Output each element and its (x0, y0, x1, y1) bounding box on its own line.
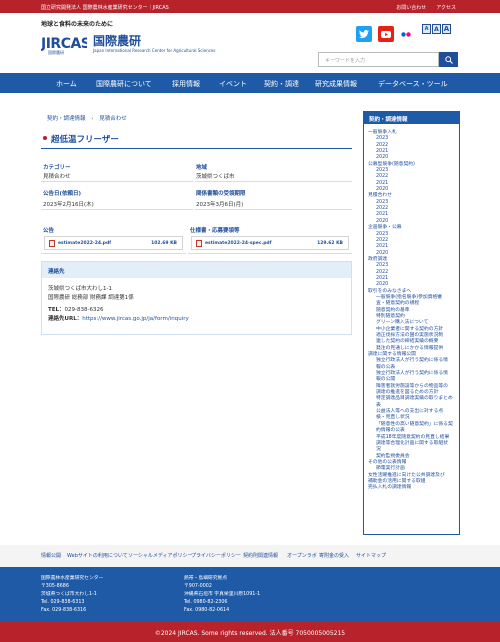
footer-link-site-usage[interactable]: Webサイトの利用について (67, 552, 128, 559)
nav-about[interactable]: 国際農研について (96, 79, 152, 89)
font-size-small-button[interactable]: A (422, 24, 431, 34)
sidebar-item[interactable]: 独立行政法人が行う契約に係る情 (368, 358, 458, 364)
nav-recruit[interactable]: 採用情報 (172, 79, 200, 89)
search-button[interactable] (439, 52, 458, 67)
spec-file-size: 129.62 KB (317, 241, 343, 246)
nav-events[interactable]: イベント (219, 79, 247, 89)
title-bullet (43, 136, 47, 140)
sidebar-category[interactable]: 女性活躍推進に向けた公共調達及び (368, 473, 458, 479)
breadcrumb: 契約・調達情報 › 見積合わせ (47, 114, 127, 122)
footer-links: 情報公開 Webサイトの利用について ソーシャルメディアポリシー プライバシーポ… (0, 545, 500, 567)
contact-link[interactable]: お問い合わせ (396, 4, 426, 11)
breadcrumb-separator: › (91, 116, 94, 122)
page-title: 超低温フリーザー (51, 135, 119, 145)
deadline-label: 関係書類の受領期限 (196, 191, 246, 197)
nav-home[interactable]: ホーム (56, 79, 77, 89)
sidebar-heading: 契約・調達情報 (369, 117, 408, 123)
site-title-en: Japan International Research Center for … (93, 48, 216, 53)
tagline: 地球と食料の未来のために (41, 21, 114, 28)
okinawa-tel: Tel. 0980-82-2306 (184, 599, 228, 605)
footer-link-open-lab[interactable]: オープンラボ (287, 552, 317, 559)
pdf-icon (49, 240, 55, 247)
category-label: カテゴリー (43, 165, 71, 171)
hq-address: 茨城県つくば市大わし1-1 (41, 591, 97, 597)
sidebar-category[interactable]: 売払入札の調達情報 (368, 485, 458, 491)
breadcrumb-estimate[interactable]: 見積合わせ (99, 116, 127, 122)
deadline-value: 2023年3月6日(月) (196, 202, 244, 208)
hq-name: 国際農林水産業研究センター (41, 576, 104, 581)
contact-header: 連絡先 (42, 262, 351, 278)
breadcrumb-procurement[interactable]: 契約・調達情報 (47, 116, 86, 122)
contact-tel: TEL：029-838-6326 (48, 305, 103, 313)
deadline-cell: 関係書類の受領期限 2023年3月6日(月) (195, 184, 352, 210)
main-nav: ホーム 国際農研について 採用情報 イベント 契約・調達 研究成果情報 データベ… (0, 73, 500, 93)
footer-link-ip[interactable]: 契約則関連情報 (243, 552, 278, 559)
hq-tel: Tel. 029-838-6313 (41, 599, 85, 605)
sidebar-item[interactable]: 特定調達品目調達実績の取りまとめ (368, 396, 458, 402)
okinawa-address: 沖縄県石垣市 字真栄里川原1091-1 (184, 591, 261, 597)
spec-label: 仕様書・応募要領等 (190, 228, 240, 234)
font-size-medium-button[interactable]: A (432, 24, 441, 34)
contact-url: 連絡先URL：https://www.jircas.go.jp/ja/form/… (48, 314, 189, 322)
notice-file-name: estimate2022-24.pdf (58, 241, 112, 246)
published-cell: 公告日(依頼日) 2023年2月16日(木) (41, 184, 193, 210)
title-divider (41, 148, 352, 149)
org-name: 国立研究開発法人 国際農林水産業研究センター｜JIRCAS (41, 5, 169, 11)
footer-link-social-policy[interactable]: ソーシャルメディアポリシー (128, 552, 193, 559)
notice-label: 公告 (43, 228, 55, 234)
spec-file-name: estimate2022-24-spec.pdf (205, 241, 272, 246)
nav-database-tools[interactable]: データベース・ツール (378, 79, 448, 89)
okinawa-postal: 〒907-0002 (184, 583, 212, 589)
footer-hq-address: 国際農林水産業研究センター 〒305-8686 茨城県つくば市大わし1-1 Te… (41, 575, 103, 615)
notice-file-link[interactable]: estimate2022-24.pdf 102.69 KB (44, 236, 183, 250)
okinawa-name: 熱帯・島嶼研究拠点 (184, 576, 228, 581)
region-label: 地域 (196, 165, 208, 171)
footer-link-sitemap[interactable]: サイトマップ (356, 552, 386, 559)
top-links: お問い合わせ アクセス (396, 4, 456, 11)
sidebar-list: 一般競争入札 2023 2022 2021 2020 公募型競争(随意契約) 2023 202… (368, 130, 458, 492)
okinawa-fax: Fax. 0980-82-0614 (184, 607, 230, 613)
nav-procurement[interactable]: 契約・調達 (264, 79, 299, 89)
sidebar-item[interactable]: 調達等合理化計画に関する取組状 (368, 441, 458, 447)
region-cell: 地域 茨城県つくば市 (195, 158, 352, 182)
category-value: 見積合わせ (43, 174, 71, 180)
published-value: 2023年2月16日(木) (43, 202, 94, 208)
url-link[interactable]: https://www.jircas.go.jp/ja/form/inquiry (82, 316, 189, 322)
footer-link-donation[interactable]: 寄附金の受入 (319, 552, 349, 559)
copyright: ©2024 JIRCAS. Some rights reserved. 法人番号… (0, 622, 500, 642)
contact-heading: 連絡先 (48, 269, 65, 275)
footer: 国際農林水産業研究センター 〒305-8686 茨城県つくば市大わし1-1 Te… (0, 567, 500, 622)
hq-fax: Fax. 029-838-6316 (41, 607, 87, 613)
footer-okinawa-address: 熱帯・島嶼研究拠点 〒907-0002 沖縄県石垣市 字真栄里川原1091-1 … (184, 575, 260, 615)
published-label: 公告日(依頼日) (43, 191, 82, 197)
top-bar: 国立研究開発法人 国際農林水産業研究センター｜JIRCAS お問い合わせ アクセ… (0, 0, 500, 13)
url-label: 連絡先URL： (48, 316, 83, 322)
contact-address: 茨城県つくば市大わし1-1 (48, 286, 112, 292)
sidebar-header: 契約・調達情報 (364, 112, 459, 124)
sidebar: 契約・調達情報 一般競争入札 2023 2022 2021 2020 公募型競争(随意契約… (363, 111, 460, 535)
hq-postal: 〒305-8686 (41, 583, 69, 589)
contact-box: 連絡先 茨城県つくば市大わし1-1 国際農研 総務部 財務課 調達第1係 TEL… (41, 261, 352, 335)
flickr-icon[interactable] (401, 32, 411, 37)
footer-link-privacy[interactable]: プライバシーポリシー (191, 552, 241, 559)
youtube-icon[interactable] (378, 26, 394, 42)
region-value: 茨城県つくば市 (196, 174, 235, 180)
pdf-icon (196, 240, 202, 247)
font-size-large-button[interactable]: A (442, 24, 451, 34)
logo-subtext: 国際農研 (48, 50, 64, 55)
category-cell: カテゴリー 見積合わせ (41, 158, 193, 182)
site-title[interactable]: 国際農研 (93, 32, 141, 49)
twitter-icon[interactable] (356, 26, 372, 42)
nav-research-results[interactable]: 研究成果情報 (315, 79, 357, 89)
access-link[interactable]: アクセス (436, 4, 456, 11)
tel-label: TEL： (48, 307, 65, 313)
search-input[interactable]: キーワードを入力 (318, 52, 439, 67)
sidebar-item[interactable]: 平成18年度随意契約の見直し結果 (368, 435, 458, 441)
contact-dept: 国際農研 総務部 財務課 調達第1係 (48, 295, 134, 301)
tel-value: 029-838-6326 (64, 307, 104, 313)
footer-link-disclosure[interactable]: 情報公開 (41, 552, 61, 559)
spec-file-link[interactable]: estimate2022-24-spec.pdf 129.62 KB (191, 236, 349, 250)
notice-file-size: 102.69 KB (151, 241, 177, 246)
search-icon (444, 55, 453, 64)
